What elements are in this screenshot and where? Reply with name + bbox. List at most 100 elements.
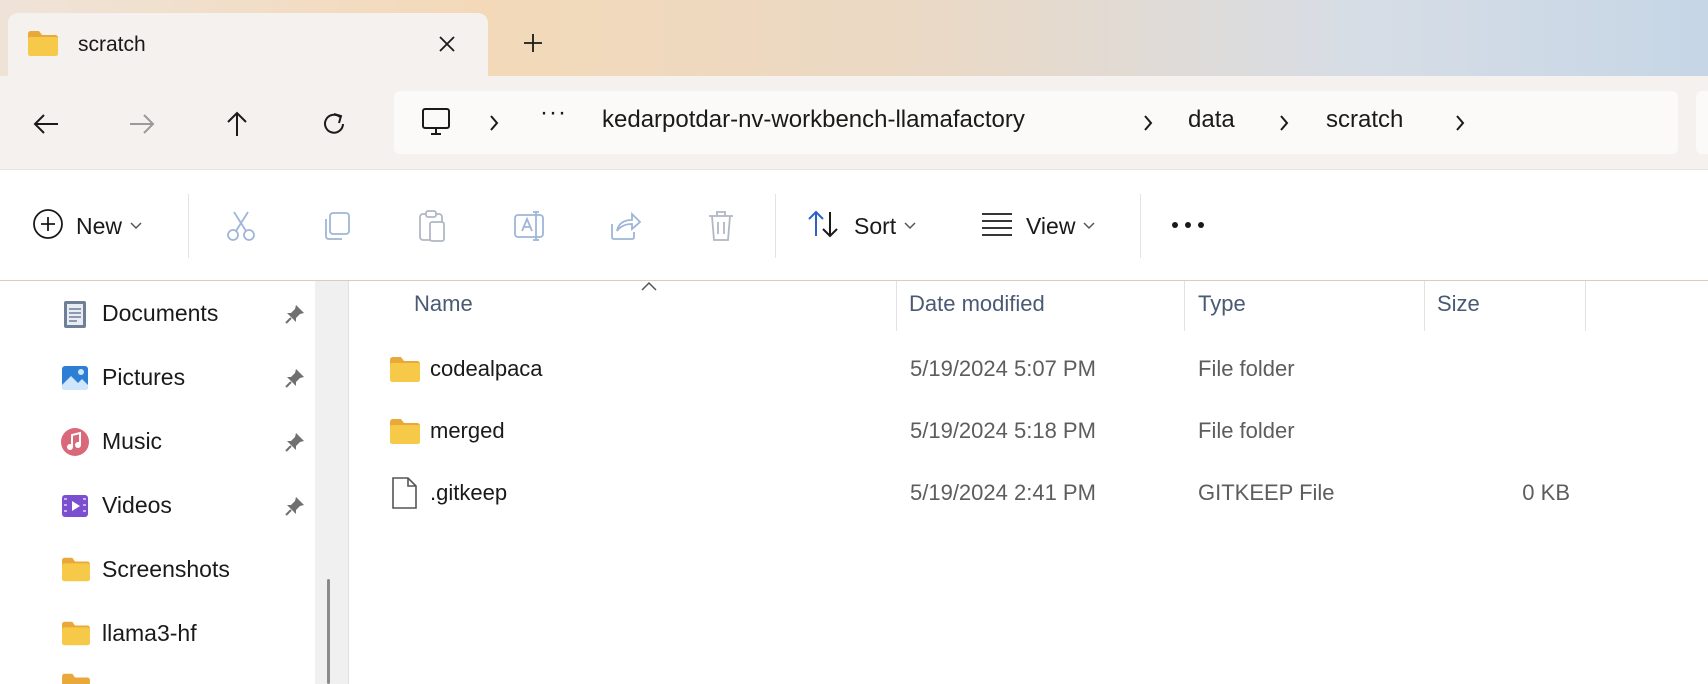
address-bar[interactable]: ··· kedarpotdar-nv-workbench-llamafactor…	[394, 91, 1678, 154]
chevron-right-icon[interactable]	[1274, 111, 1294, 135]
file-type: File folder	[1198, 418, 1295, 443]
sidebar-item-music[interactable]: Music	[0, 413, 330, 469]
arrow-up-icon[interactable]	[219, 106, 255, 142]
folder-icon	[60, 555, 90, 585]
file-name[interactable]: merged	[430, 418, 505, 444]
sidebar-scrollbar[interactable]	[315, 281, 348, 684]
arrow-left-icon[interactable]	[28, 106, 64, 142]
copy-button[interactable]	[320, 206, 352, 246]
sidebar-item-label: Videos	[102, 492, 172, 518]
breadcrumb-data[interactable]: data	[1188, 106, 1235, 134]
file-size: 0 KB	[1522, 480, 1570, 505]
column-header-type[interactable]: Type	[1198, 281, 1424, 331]
sidebar-item-label: Screenshots	[102, 556, 230, 582]
column-divider[interactable]	[1585, 281, 1586, 331]
pin-icon[interactable]	[284, 303, 306, 330]
file-icon	[390, 476, 418, 515]
pictures-icon	[60, 363, 90, 393]
clipboard-icon	[419, 210, 445, 242]
folder-icon	[388, 354, 422, 389]
sidebar-item-label: Music	[102, 428, 163, 454]
pin-icon[interactable]	[284, 367, 306, 394]
documents-icon	[60, 299, 90, 329]
column-divider[interactable]	[1424, 281, 1425, 331]
sort-button[interactable]: Sort	[806, 206, 916, 246]
share-button[interactable]	[608, 206, 642, 246]
breadcrumb-overflow[interactable]: ···	[540, 99, 567, 127]
rename-button[interactable]	[512, 206, 548, 246]
sidebar-item-llama3-hf[interactable]: llama3-hf	[0, 605, 330, 661]
breadcrumb-scratch[interactable]: scratch	[1326, 106, 1403, 134]
folder-icon	[60, 619, 90, 649]
sidebar-item-partial[interactable]	[0, 671, 330, 684]
file-row-gitkeep[interactable]: .gitkeep 5/19/2024 2:41 PM GITKEEP File …	[352, 466, 1708, 522]
pane-divider[interactable]	[348, 281, 349, 684]
close-icon[interactable]	[432, 29, 462, 59]
sidebar-item-pictures[interactable]: Pictures	[0, 349, 330, 405]
file-name[interactable]: codealpaca	[430, 356, 543, 382]
refresh-icon[interactable]	[316, 106, 352, 142]
search-box[interactable]	[1696, 91, 1708, 154]
view-label: View	[1026, 212, 1076, 239]
column-header-size[interactable]: Size	[1437, 281, 1585, 331]
chevron-down-icon	[904, 217, 916, 235]
tab-title: scratch	[78, 33, 146, 56]
sidebar-item-screenshots[interactable]: Screenshots	[0, 541, 330, 597]
divider	[188, 194, 189, 258]
file-row-codealpaca[interactable]: codealpaca 5/19/2024 5:07 PM File folder	[352, 342, 1708, 398]
sort-label: Sort	[854, 212, 897, 239]
sidebar-scrollbar-thumb[interactable]	[327, 579, 330, 684]
file-date-modified: 5/19/2024 2:41 PM	[910, 480, 1096, 505]
column-header-name[interactable]: Name	[414, 281, 896, 331]
monitor-icon[interactable]	[420, 107, 452, 142]
breadcrumb-workbench[interactable]: kedarpotdar-nv-workbench-llamafactory	[602, 106, 1025, 134]
pin-icon[interactable]	[284, 495, 306, 522]
sidebar-item-label: llama3-hf	[102, 620, 197, 646]
share-icon	[611, 211, 642, 240]
cut-button[interactable]	[224, 206, 258, 246]
chevron-right-icon[interactable]	[1138, 111, 1158, 135]
file-type: File folder	[1198, 356, 1295, 381]
navigation-bar: ··· kedarpotdar-nv-workbench-llamafactor…	[0, 76, 1708, 169]
divider	[1140, 194, 1141, 258]
chevron-right-icon[interactable]	[1450, 111, 1470, 135]
chevron-right-icon[interactable]	[484, 111, 504, 135]
sidebar-item-label: Pictures	[102, 364, 186, 390]
more-icon	[1170, 217, 1206, 235]
plus-circle-icon	[32, 208, 64, 245]
navigation-pane: Documents Pictures Music Videos Screensh…	[0, 281, 348, 684]
paste-button[interactable]	[416, 206, 448, 246]
sort-icon	[806, 208, 842, 245]
folder-icon	[26, 28, 60, 63]
file-name[interactable]: .gitkeep	[430, 480, 507, 506]
view-button[interactable]: View	[980, 206, 1095, 246]
plus-icon[interactable]	[516, 26, 550, 60]
copy-icon	[325, 212, 350, 240]
column-divider[interactable]	[1184, 281, 1185, 331]
music-icon	[60, 427, 90, 457]
file-row-merged[interactable]: merged 5/19/2024 5:18 PM File folder	[352, 404, 1708, 460]
file-type: GITKEEP File	[1198, 480, 1335, 505]
more-options-button[interactable]	[1170, 206, 1206, 246]
column-divider[interactable]	[896, 281, 897, 331]
delete-button[interactable]	[706, 206, 736, 246]
sidebar-item-videos[interactable]: Videos	[0, 477, 330, 533]
sidebar-item-documents[interactable]: Documents	[0, 285, 330, 341]
sidebar-item-label: Documents	[102, 300, 219, 326]
trash-icon	[709, 211, 733, 241]
divider	[775, 194, 776, 258]
chevron-down-icon	[130, 217, 142, 235]
view-list-icon	[980, 211, 1014, 242]
new-button[interactable]: New	[32, 206, 142, 246]
folder-icon	[388, 416, 422, 451]
command-bar: New Sort View	[0, 169, 1708, 281]
chevron-down-icon	[1083, 217, 1095, 235]
arrow-right-icon[interactable]	[124, 106, 160, 142]
tab-scratch[interactable]: scratch	[8, 13, 488, 76]
new-label: New	[76, 212, 123, 239]
column-header-date[interactable]: Date modified	[909, 281, 1183, 331]
folder-icon	[60, 671, 92, 684]
rename-icon	[514, 211, 544, 241]
title-bar: scratch	[0, 0, 1708, 76]
pin-icon[interactable]	[284, 431, 306, 458]
